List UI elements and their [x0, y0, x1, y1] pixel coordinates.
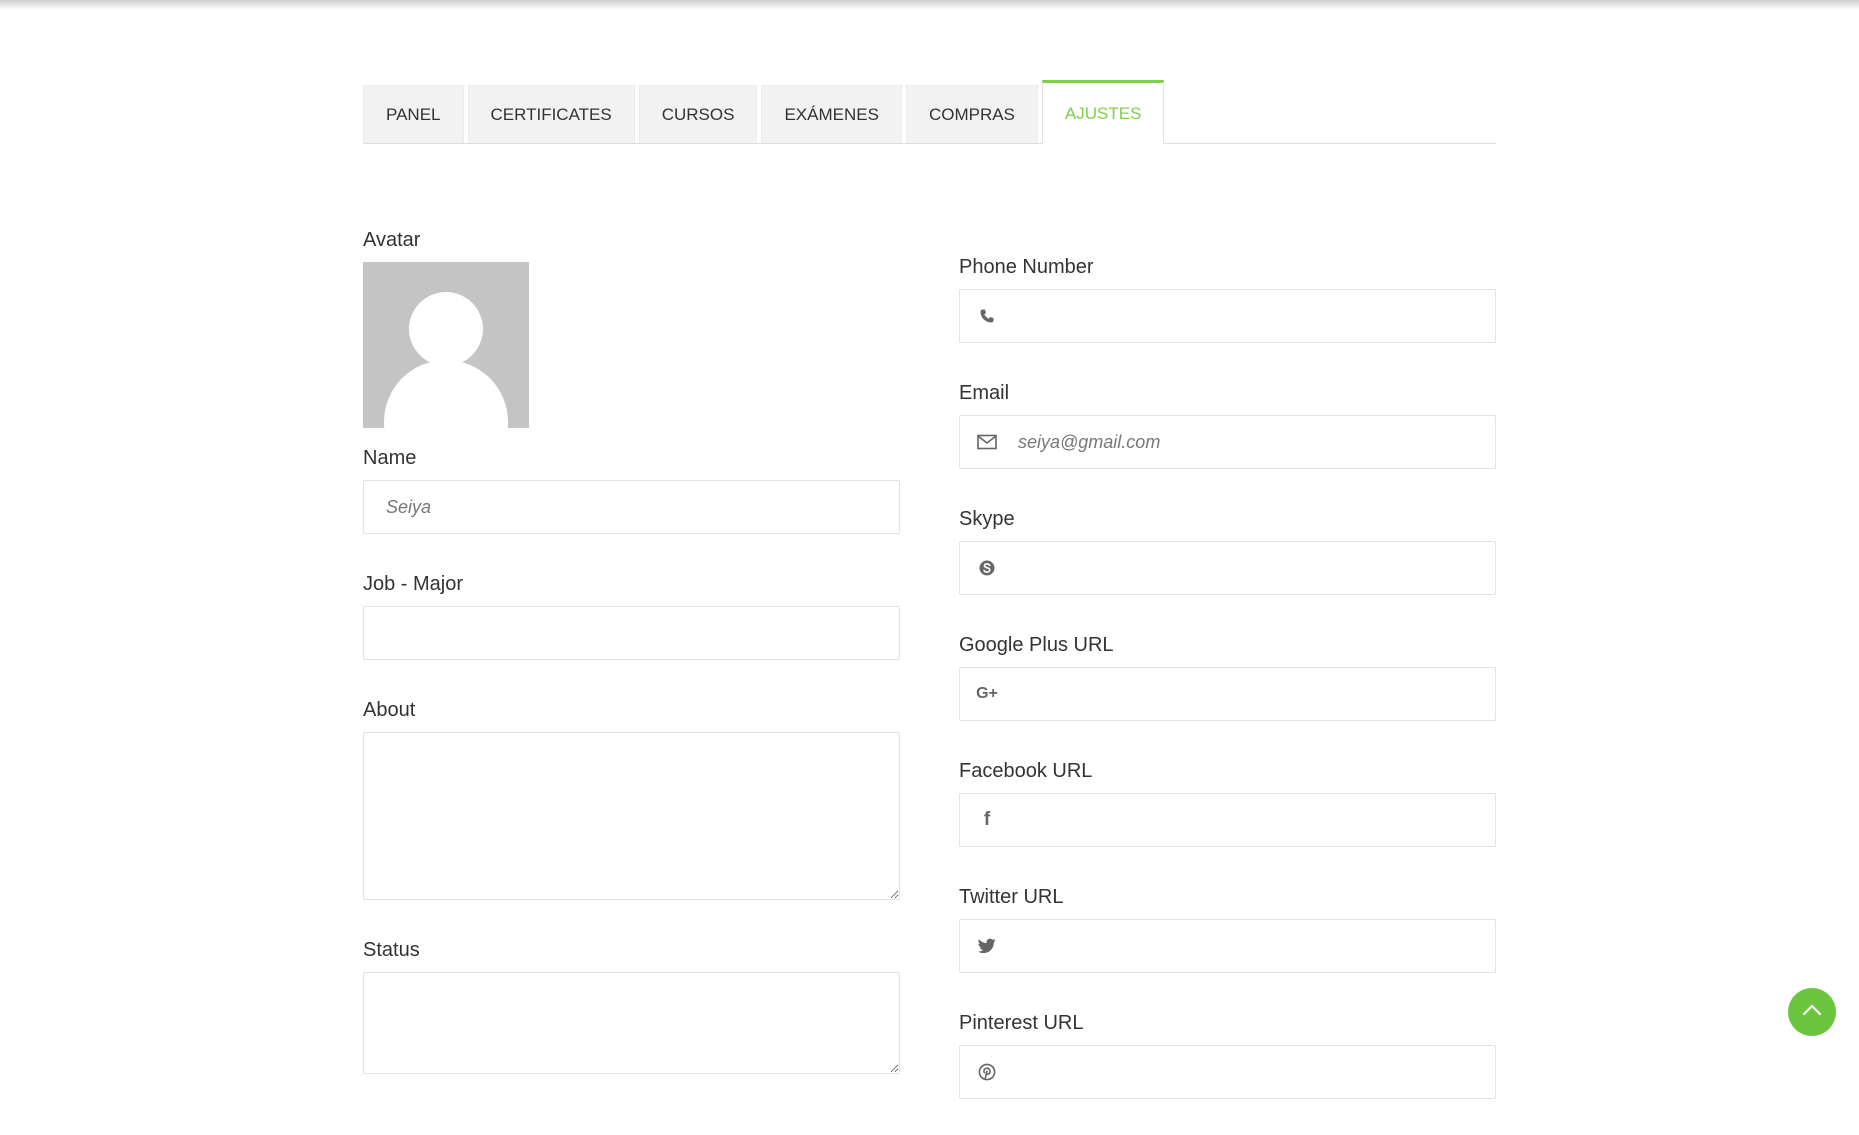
pinterest-url-field — [959, 1045, 1496, 1099]
facebook-url-label: Facebook URL — [959, 760, 1093, 782]
google-plus-icon: G+ — [976, 685, 998, 702]
left-column: Avatar Name Job - Major About Status — [363, 226, 900, 1074]
facebook-url-input[interactable] — [959, 793, 1496, 847]
twitter-url-label: Twitter URL — [959, 886, 1064, 908]
skype-input[interactable] — [959, 541, 1496, 595]
envelope-icon — [977, 432, 997, 452]
skype-icon — [977, 558, 997, 578]
facebook-url-field: f — [959, 793, 1496, 847]
about-textarea[interactable] — [363, 732, 900, 900]
phone-icon — [977, 306, 997, 326]
pinterest-icon — [977, 1062, 997, 1082]
status-textarea[interactable] — [363, 972, 900, 1074]
google-plus-url-field: G+ — [959, 667, 1496, 721]
pinterest-url-input[interactable] — [959, 1045, 1496, 1099]
skype-field — [959, 541, 1496, 595]
twitter-url-field — [959, 919, 1496, 973]
tab-panel[interactable]: PANEL — [363, 85, 464, 143]
name-label: Name — [363, 447, 417, 469]
phone-number-input[interactable] — [959, 289, 1496, 343]
scroll-to-top-button[interactable] — [1788, 988, 1836, 1036]
email-label: Email — [959, 382, 1010, 404]
tab-examenes[interactable]: EXÁMENES — [761, 85, 902, 143]
tab-compras[interactable]: COMPRAS — [905, 85, 1038, 143]
tab-cursos[interactable]: CURSOS — [638, 85, 758, 143]
profile-tabs: PANEL CERTIFICATES CURSOS EXÁMENES COMPR… — [363, 80, 1496, 144]
email-input[interactable] — [959, 415, 1496, 469]
chevron-up-icon — [1802, 1003, 1822, 1021]
facebook-icon: f — [983, 809, 991, 830]
pinterest-url-label: Pinterest URL — [959, 1012, 1084, 1034]
profile-settings: PANEL CERTIFICATES CURSOS EXÁMENES COMPR… — [363, 0, 1496, 1099]
tab-ajustes[interactable]: AJUSTES — [1041, 80, 1165, 144]
email-field — [959, 415, 1496, 469]
avatar-label: Avatar — [363, 229, 421, 251]
tab-certificates[interactable]: CERTIFICATES — [467, 85, 635, 143]
name-input[interactable] — [363, 480, 900, 534]
avatar-placeholder-body — [384, 360, 508, 428]
avatar[interactable] — [363, 262, 529, 428]
phone-number-field — [959, 289, 1496, 343]
twitter-icon — [977, 936, 997, 956]
avatar-placeholder-head — [409, 292, 483, 366]
google-plus-url-input[interactable] — [959, 667, 1496, 721]
about-label: About — [363, 699, 416, 721]
phone-number-label: Phone Number — [959, 256, 1094, 278]
status-label: Status — [363, 939, 420, 961]
twitter-url-input[interactable] — [959, 919, 1496, 973]
skype-label: Skype — [959, 508, 1015, 530]
google-plus-url-label: Google Plus URL — [959, 634, 1114, 656]
job-major-label: Job - Major — [363, 573, 464, 595]
right-column: Phone Number Email Skype Google Plus URL… — [959, 253, 1496, 1135]
job-major-input[interactable] — [363, 606, 900, 660]
